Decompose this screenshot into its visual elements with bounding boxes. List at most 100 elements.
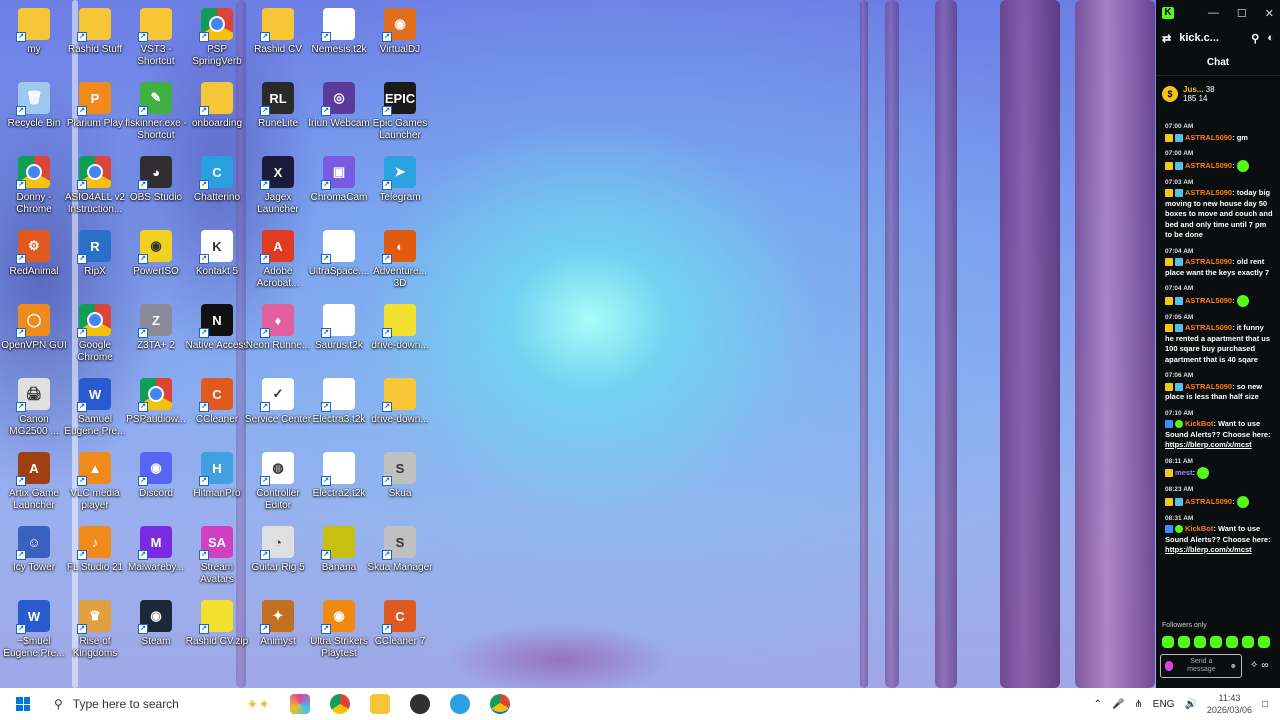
- desktop-icon[interactable]: C ↗ Chatterino: [183, 150, 251, 220]
- emoji-icon[interactable]: ☻: [1230, 663, 1237, 670]
- desktop-icon[interactable]: ♛ ↗ Rise of Kingdoms: [61, 594, 129, 664]
- desktop-icon[interactable]: ◕ ↗ OBS Studio: [122, 150, 190, 220]
- desktop-icon[interactable]: ↗ Rashid Stuff: [61, 2, 129, 72]
- desktop-icon[interactable]: ▲ ↗ VLC media player: [61, 446, 129, 516]
- desktop-icon[interactable]: 🗑 ↗ Recycle Bin: [0, 76, 68, 146]
- copilot-icon[interactable]: [290, 694, 310, 714]
- network-icon[interactable]: ⋔: [1134, 699, 1142, 710]
- emote-icon[interactable]: [1242, 636, 1254, 648]
- chat-message-list[interactable]: 07:00 AM ASTRAL5090: gm 07:00 AM ASTRAL5090…: [1156, 122, 1280, 620]
- message-username[interactable]: mest: [1175, 468, 1193, 477]
- desktop-icon[interactable]: ↗ PSPaudiow...: [122, 372, 190, 442]
- desktop-icon[interactable]: S ↗ Skua Manager: [366, 520, 434, 590]
- desktop-icon[interactable]: S ↗ Skua: [366, 446, 434, 516]
- volume-icon[interactable]: 🔊: [1184, 699, 1196, 710]
- maximize-icon[interactable]: ☐: [1237, 7, 1247, 20]
- desktop-icon[interactable]: ↗ PSP SpringVerb: [183, 2, 251, 72]
- hide-eye-icon[interactable]: ◐: [1267, 32, 1274, 44]
- desktop-icon[interactable]: H ↗ HitmanPro: [183, 446, 251, 516]
- desktop-icon[interactable]: ♦ ↗ Neon Runne...: [244, 298, 312, 368]
- desktop-icon[interactable]: ↗ drive-down...: [366, 372, 434, 442]
- clock[interactable]: 11:43 2026/03/06: [1207, 692, 1252, 716]
- desktop-icon[interactable]: ⚙ ↗ RedAnimal: [0, 224, 68, 294]
- desktop-icon[interactable]: ↗ my: [0, 2, 68, 72]
- desktop-icon[interactable]: ◔ ↗ Guitar Rig 5: [244, 520, 312, 590]
- language-indicator[interactable]: ENG: [1153, 699, 1175, 710]
- desktop-icon[interactable]: ↗ Donny - Chrome: [0, 150, 68, 220]
- desktop-icon[interactable]: ↗ Electra2.t2k: [305, 446, 373, 516]
- desktop-icon[interactable]: SA ↗ Stream Avatars: [183, 520, 251, 590]
- desktop-icon[interactable]: ♪ ↗ FL Studio 21: [61, 520, 129, 590]
- desktop-icon[interactable]: EPIC ↗ Epic Games Launcher: [366, 76, 434, 146]
- desktop-icon[interactable]: ◯ ↗ OpenVPN GUI: [0, 298, 68, 368]
- minimize-icon[interactable]: —: [1208, 7, 1219, 20]
- emote-icon[interactable]: [1162, 636, 1174, 648]
- message-username[interactable]: ASTRAL5090: [1185, 133, 1232, 142]
- obs-icon[interactable]: [410, 694, 430, 714]
- message-username[interactable]: KickBot: [1185, 419, 1213, 428]
- desktop-icon[interactable]: A ↗ Adobe Acrobat...: [244, 224, 312, 294]
- desktop-icon[interactable]: ↗ Rashid CV.zip: [183, 594, 251, 664]
- message-username[interactable]: ASTRAL5090: [1185, 295, 1232, 304]
- chat-message[interactable]: 08:31 AM KickBot: Want to use Sound Alert…: [1165, 514, 1274, 556]
- desktop-icon[interactable]: N ↗ Native Access: [183, 298, 251, 368]
- desktop-icon[interactable]: M ↗ Malwareby...: [122, 520, 190, 590]
- microphone-icon[interactable]: 🎤: [1112, 699, 1124, 710]
- chrome-active-icon[interactable]: [490, 694, 510, 714]
- start-button[interactable]: [0, 688, 46, 720]
- tray-overflow-icon[interactable]: ⌃: [1094, 699, 1102, 710]
- desktop-icon[interactable]: W ↗ Samuel Eugene Pre...: [61, 372, 129, 442]
- desktop-icon[interactable]: X ↗ Jagex Launcher: [244, 150, 312, 220]
- message-username[interactable]: ASTRAL5090: [1185, 188, 1232, 197]
- message-username[interactable]: KickBot: [1185, 524, 1213, 533]
- zoom-icon[interactable]: ⚲: [1251, 32, 1259, 45]
- close-icon[interactable]: ✕: [1265, 7, 1274, 20]
- desktop-icon[interactable]: 🖨 ↗ Canon MG2500 ...: [0, 372, 68, 442]
- send-message-input[interactable]: Send a message ☻: [1160, 654, 1242, 678]
- desktop-icon[interactable]: K ↗ Kontakt 5: [183, 224, 251, 294]
- taskbar-search[interactable]: ⚲ Type here to search ✦✦: [46, 688, 276, 720]
- chat-message[interactable]: 07:06 AM ASTRAL5090: so new place is less…: [1165, 371, 1274, 403]
- desktop-icon[interactable]: ↗ Nemesis.t2k: [305, 2, 373, 72]
- desktop-icon[interactable]: ↗ UltraSpace....: [305, 224, 373, 294]
- chat-message[interactable]: 08:11 AM mest:: [1165, 457, 1274, 479]
- desktop-icon[interactable]: ↗ Banana: [305, 520, 373, 590]
- desktop-icon[interactable]: ✦ ↗ Animyst: [244, 594, 312, 664]
- desktop-icon[interactable]: C ↗ CCleaner 7: [366, 594, 434, 664]
- microphone-icon[interactable]: [1165, 661, 1173, 671]
- desktop-icon[interactable]: ➤ ↗ Telegram: [366, 150, 434, 220]
- site-settings-icon[interactable]: ⇄: [1162, 32, 1171, 45]
- desktop-icon[interactable]: ↗ drive-down...: [366, 298, 434, 368]
- chat-message[interactable]: 07:05 AM ASTRAL5090: it funny he rented a…: [1165, 313, 1274, 366]
- desktop-icon[interactable]: ◉ ↗ Steam: [122, 594, 190, 664]
- desktop-icon[interactable]: ↗ Electra3.t2k: [305, 372, 373, 442]
- desktop-icon[interactable]: R ↗ RipX: [61, 224, 129, 294]
- emote-icon[interactable]: [1226, 636, 1238, 648]
- desktop-icon[interactable]: C ↗ CCleaner: [183, 372, 251, 442]
- desktop-icon[interactable]: ↗ Rashid CV: [244, 2, 312, 72]
- desktop-icon[interactable]: ↗ onboarding: [183, 76, 251, 146]
- desktop-icon[interactable]: Z ↗ Z3TA+ 2: [122, 298, 190, 368]
- chatterino-icon[interactable]: [450, 694, 470, 714]
- notifications-icon[interactable]: □: [1262, 699, 1268, 710]
- desktop-icon[interactable]: ◐ ↗ Adventure... 3D: [366, 224, 434, 294]
- chat-message[interactable]: 07:04 AM ASTRAL5090:: [1165, 284, 1274, 307]
- chat-message[interactable]: 07:00 AM ASTRAL5090: gm: [1165, 122, 1274, 143]
- desktop-icon[interactable]: RL ↗ RuneLite: [244, 76, 312, 146]
- chat-message[interactable]: 07:03 AM ASTRAL5090: today big moving to …: [1165, 178, 1274, 241]
- message-username[interactable]: ASTRAL5090: [1185, 382, 1232, 391]
- chat-message[interactable]: 08:23 AM ASTRAL5090:: [1165, 485, 1274, 508]
- emote-icon[interactable]: [1258, 636, 1270, 648]
- chat-message[interactable]: 07:04 AM ASTRAL5090: old rent place want …: [1165, 247, 1274, 279]
- desktop-icon[interactable]: ☺ ↗ Icy Tower: [0, 520, 68, 590]
- message-username[interactable]: ASTRAL5090: [1185, 496, 1232, 505]
- emote-icon[interactable]: [1178, 636, 1190, 648]
- desktop-icon[interactable]: ◍ ↗ Controller Editor: [244, 446, 312, 516]
- desktop-icon[interactable]: ▣ ↗ ChromaCam: [305, 150, 373, 220]
- desktop-icon[interactable]: W ↗ ~$muel Eugene Pre...: [0, 594, 68, 664]
- desktop-icon[interactable]: P ↗ Plarium Play: [61, 76, 129, 146]
- desktop-icon[interactable]: ↗ VST3 - Shortcut: [122, 2, 190, 72]
- desktop-icon[interactable]: ↗ Saurus.t2k: [305, 298, 373, 368]
- desktop-icon[interactable]: ✎ ↗ flskinner.exe - Shortcut: [122, 76, 190, 146]
- desktop-icon[interactable]: ↗ ASIO4ALL v2 Instruction...: [61, 150, 129, 220]
